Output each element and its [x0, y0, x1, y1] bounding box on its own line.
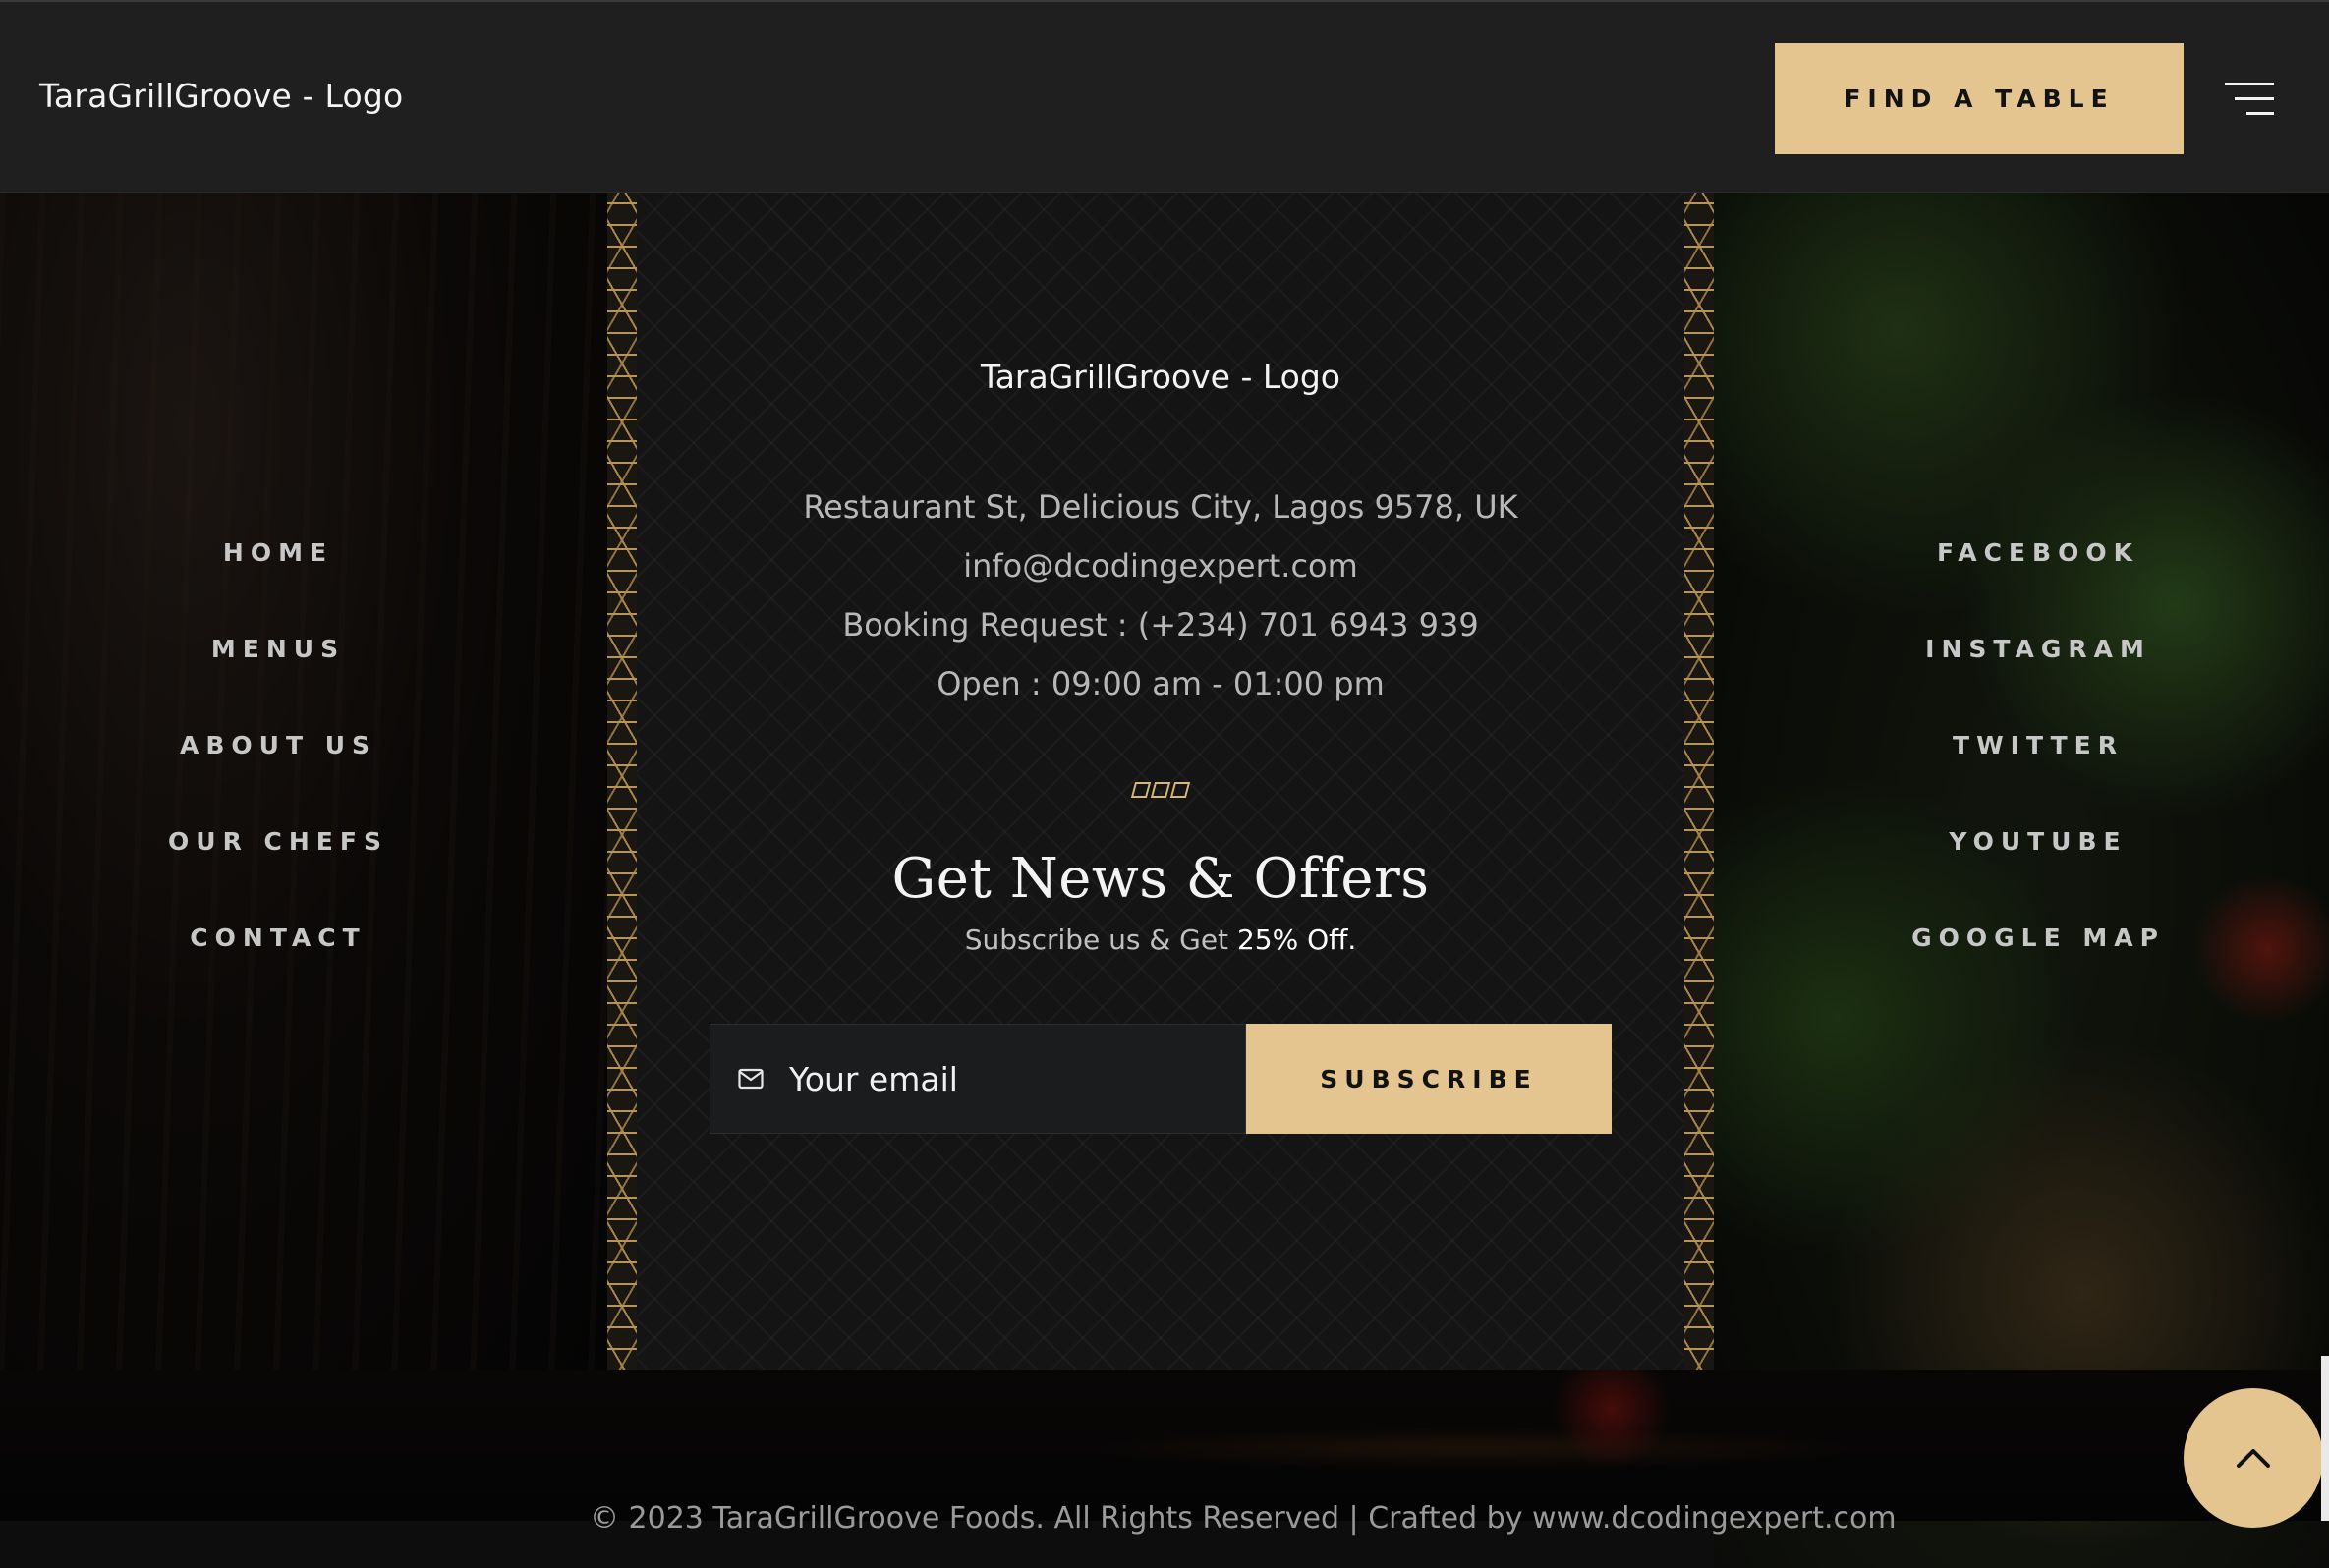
subtitle-text: Subscribe us & Get [964, 924, 1229, 956]
social-link-twitter[interactable]: TWITTER [1876, 731, 2200, 827]
nav-link-menus[interactable]: MENUS [116, 635, 440, 731]
scrollbar-thumb[interactable] [2321, 1356, 2329, 1521]
chevron-up-icon [2237, 1449, 2270, 1468]
footer-logo[interactable]: TaraGrillGroove - Logo [607, 358, 1714, 396]
address-text: Restaurant St, Delicious City, Lagos 957… [803, 488, 1518, 526]
newsletter-subtitle: Subscribe us & Get 25% Off. [607, 924, 1714, 956]
email-field-container[interactable] [710, 1024, 1246, 1134]
email-link[interactable]: info@dcodingexpert.com [607, 536, 1714, 595]
social-links: FACEBOOK INSTAGRAM TWITTER YOUTUBE GOOGL… [1876, 538, 2200, 1020]
footer-nav-links: HOME MENUS ABOUT US OUR CHEFS CONTACT [116, 538, 440, 1020]
nav-link-contact[interactable]: CONTACT [116, 924, 440, 1020]
subscribe-button[interactable]: SUBSCRIBE [1246, 1024, 1612, 1134]
social-link-instagram[interactable]: INSTAGRAM [1876, 635, 2200, 731]
subscribe-form: SUBSCRIBE [710, 1024, 1612, 1134]
booking-phone[interactable]: Booking Request : (+234) 701 6943 939 [607, 595, 1714, 654]
header-logo[interactable]: TaraGrillGroove - Logo [39, 77, 403, 115]
newsletter-title: Get News & Offers [891, 847, 1430, 911]
social-link-youtube[interactable]: YOUTUBE [1876, 827, 2200, 924]
contact-info: Restaurant St, Delicious City, Lagos 957… [607, 477, 1714, 713]
mail-icon [738, 1068, 764, 1090]
decorative-separator-icon [607, 782, 1714, 802]
hamburger-menu-icon[interactable] [2225, 83, 2274, 116]
discount-highlight: 25% Off. [1236, 924, 1357, 956]
nav-link-home[interactable]: HOME [116, 538, 440, 635]
social-link-facebook[interactable]: FACEBOOK [1876, 538, 2200, 635]
nav-link-about-us[interactable]: ABOUT US [116, 731, 440, 827]
copyright-text: © 2023 TaraGrillGroove Foods. All Rights… [590, 1501, 1897, 1536]
opening-hours: Open : 09:00 am - 01:00 pm [937, 665, 1385, 702]
nav-link-our-chefs[interactable]: OUR CHEFS [116, 827, 440, 924]
footer-center-panel: TaraGrillGroove - Logo Restaurant St, De… [607, 193, 1714, 1370]
social-link-google-map[interactable]: GOOGLE MAP [1876, 924, 2200, 1020]
find-a-table-button[interactable]: FIND A TABLE [1775, 43, 2184, 154]
email-input[interactable] [787, 1058, 1243, 1099]
back-to-top-button[interactable] [2184, 1388, 2323, 1528]
site-header: TaraGrillGroove - Logo FIND A TABLE [0, 0, 2329, 193]
